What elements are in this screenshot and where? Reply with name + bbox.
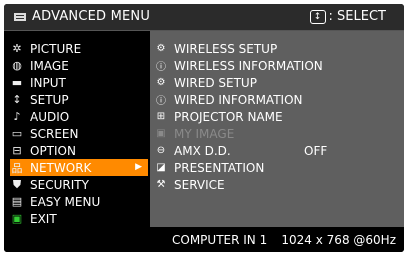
- setup-icon: ↕: [12, 93, 22, 106]
- submenu-item-wireless-information[interactable]: ⓘ WIRELESS INFORMATION: [154, 57, 400, 74]
- audio-icon: ♪: [13, 110, 21, 123]
- menu-title: ADVANCED MENU: [32, 9, 151, 24]
- menu-item-easy-menu[interactable]: ▤ EASY MENU: [10, 193, 148, 210]
- submenu-item-wired-setup[interactable]: ⚙ WIRED SETUP: [154, 74, 400, 91]
- menu-item-network[interactable]: 品 NETWORK ▶: [10, 159, 148, 176]
- submenu-item-wireless-setup[interactable]: ⚙ WIRELESS SETUP: [154, 40, 400, 57]
- menu-item-image[interactable]: ◍ IMAGE: [10, 57, 148, 74]
- easy-menu-icon: ▤: [11, 195, 23, 208]
- menu-item-label: NETWORK: [30, 160, 92, 175]
- advanced-menu-panel: ADVANCED MENU ↕: SELECT ✲ PICTURE ◍ IMAG…: [4, 4, 404, 252]
- submenu-item-projector-name[interactable]: ⊞ PROJECTOR NAME: [154, 108, 400, 125]
- submenu-item-label: MY IMAGE: [174, 126, 235, 141]
- menu-item-picture[interactable]: ✲ PICTURE: [10, 40, 148, 57]
- security-icon: ⛊: [12, 177, 22, 191]
- submenu-arrow-icon: ▶: [135, 162, 142, 172]
- select-label: : SELECT: [328, 9, 386, 24]
- network-submenu: ⚙ WIRELESS SETUP ⓘ WIRELESS INFORMATION …: [150, 31, 404, 227]
- submenu-item-wired-information[interactable]: ⓘ WIRED INFORMATION: [154, 91, 400, 108]
- network-icon: 品: [11, 161, 23, 175]
- projector-name-icon: ⊞: [156, 111, 166, 122]
- menu-item-screen[interactable]: ▭ SCREEN: [10, 125, 148, 142]
- amx-icon: ⊖: [156, 145, 166, 156]
- status-footer: COMPUTER IN 1 1024 x 768 @60Hz: [150, 227, 404, 252]
- submenu-item-label: WIRELESS SETUP: [174, 41, 278, 56]
- menu-item-label: INPUT: [30, 75, 66, 90]
- input-icon: ▬: [11, 76, 23, 89]
- menu-item-option[interactable]: ⊟ OPTION: [10, 142, 148, 159]
- amx-value: OFF: [304, 143, 328, 158]
- submenu-item-service[interactable]: ⚒ SERVICE: [154, 176, 400, 193]
- wireless-information-icon: ⓘ: [156, 62, 166, 73]
- submenu-item-label: AMX D.D.: [174, 143, 231, 158]
- wired-information-icon: ⓘ: [156, 96, 166, 107]
- menu-item-security[interactable]: ⛊ SECURITY: [10, 176, 148, 193]
- service-icon: ⚒: [156, 179, 166, 190]
- submenu-item-my-image: ▣ MY IMAGE: [154, 125, 400, 142]
- image-icon: ◍: [12, 59, 22, 72]
- select-hint: ↕: SELECT: [309, 9, 386, 24]
- menu-item-input[interactable]: ▬ INPUT: [10, 74, 148, 91]
- submenu-item-presentation[interactable]: ◪ PRESENTATION: [154, 159, 400, 176]
- option-icon: ⊟: [12, 144, 22, 157]
- menu-item-label: SCREEN: [30, 126, 79, 141]
- select-key-icon: ↕: [309, 9, 326, 24]
- submenu-item-label: PROJECTOR NAME: [174, 109, 283, 124]
- input-source: COMPUTER IN 1: [172, 233, 268, 247]
- menu-icon: [14, 13, 26, 21]
- menu-item-label: EXIT: [30, 211, 57, 226]
- menu-item-label: AUDIO: [30, 109, 70, 124]
- exit-icon: ▣: [11, 212, 23, 225]
- menu-item-label: EASY MENU: [30, 194, 101, 209]
- submenu-item-label: SERVICE: [174, 177, 225, 192]
- projector-osd-screen: ADVANCED MENU ↕: SELECT ✲ PICTURE ◍ IMAG…: [0, 0, 408, 256]
- wireless-setup-icon: ⚙: [156, 43, 166, 54]
- menu-item-label: IMAGE: [30, 58, 69, 73]
- picture-icon: ✲: [12, 42, 22, 55]
- main-menu: ✲ PICTURE ◍ IMAGE ▬ INPUT ↕ SETUP ♪ AUDI…: [4, 31, 150, 252]
- submenu-item-label: WIRED SETUP: [174, 75, 257, 90]
- menu-header: ADVANCED MENU ↕: SELECT: [4, 4, 404, 31]
- menu-item-label: OPTION: [30, 143, 76, 158]
- menu-item-audio[interactable]: ♪ AUDIO: [10, 108, 148, 125]
- menu-item-label: SETUP: [30, 92, 69, 107]
- screen-icon: ▭: [11, 127, 23, 140]
- signal-resolution: 1024 x 768 @60Hz: [281, 233, 396, 247]
- submenu-item-label: WIRED INFORMATION: [174, 92, 303, 107]
- submenu-item-amx[interactable]: ⊖ AMX D.D. OFF: [154, 142, 400, 159]
- submenu-item-label: WIRELESS INFORMATION: [174, 58, 323, 73]
- menu-item-setup[interactable]: ↕ SETUP: [10, 91, 148, 108]
- menu-item-label: PICTURE: [30, 41, 82, 56]
- menu-item-exit[interactable]: ▣ EXIT: [10, 210, 148, 227]
- my-image-icon: ▣: [156, 128, 166, 139]
- wired-setup-icon: ⚙: [156, 77, 166, 88]
- menu-item-label: SECURITY: [30, 177, 89, 192]
- presentation-icon: ◪: [156, 162, 166, 173]
- submenu-item-label: PRESENTATION: [174, 160, 265, 175]
